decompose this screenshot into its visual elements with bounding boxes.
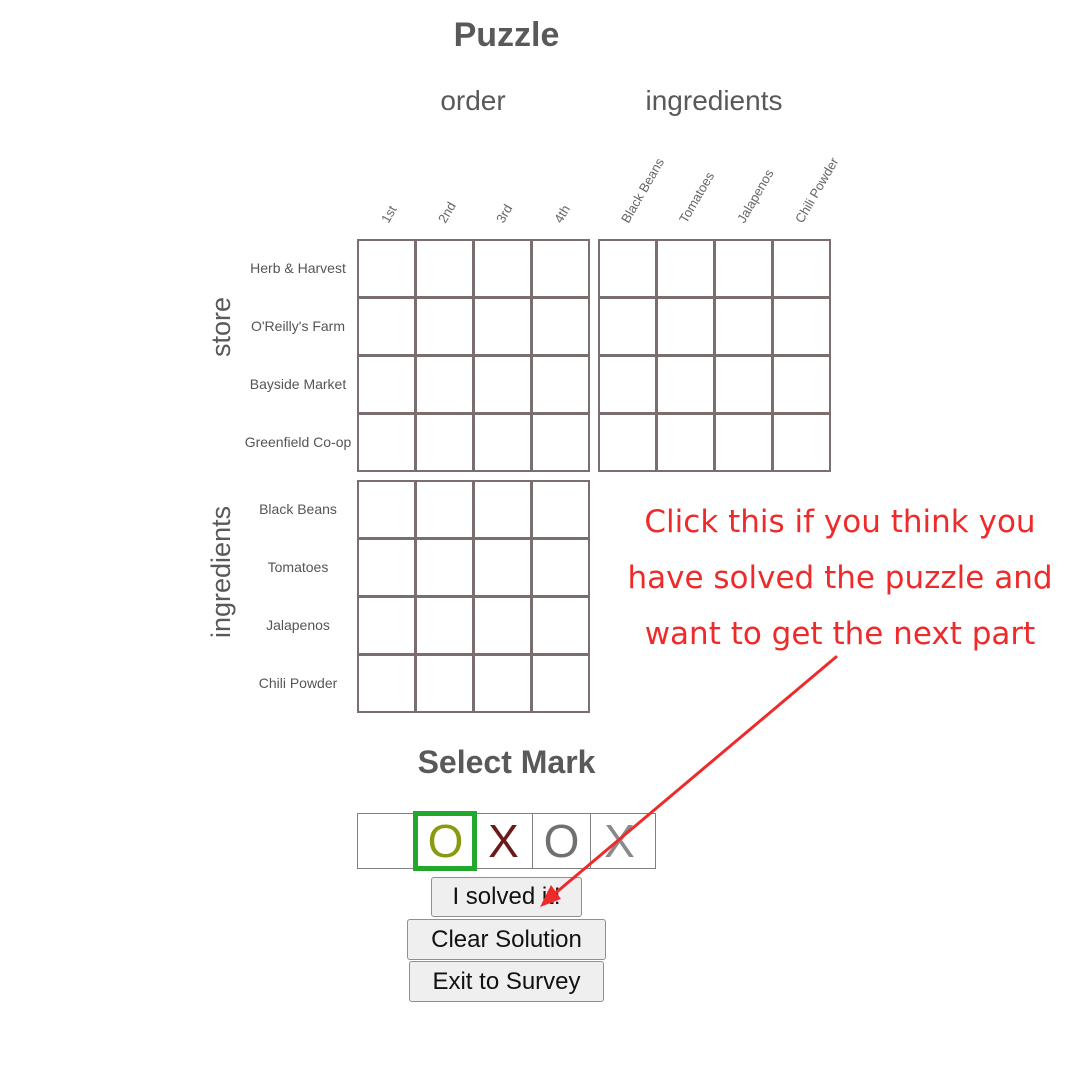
- grid-cell[interactable]: [774, 357, 829, 412]
- grid-cell[interactable]: [359, 357, 414, 412]
- grid-cell[interactable]: [417, 482, 472, 537]
- grid-cell[interactable]: [716, 357, 771, 412]
- row-label-oreillys-farm: O'Reilly's Farm: [250, 318, 345, 334]
- grid-cell[interactable]: [359, 540, 414, 595]
- grid-cell[interactable]: [359, 482, 414, 537]
- grid-cell[interactable]: [475, 598, 530, 653]
- grid-cell[interactable]: [716, 299, 771, 354]
- mark-selector: O X O X: [357, 811, 656, 871]
- grid-cell[interactable]: [359, 299, 414, 354]
- grid-cell[interactable]: [658, 357, 713, 412]
- col-label-1st: 1st: [378, 202, 400, 226]
- grid-cell[interactable]: [359, 598, 414, 653]
- grid-cell[interactable]: [533, 656, 588, 711]
- grid-cell[interactable]: [417, 598, 472, 653]
- grid-cell[interactable]: [475, 656, 530, 711]
- row-label-black-beans: Black Beans: [259, 501, 337, 517]
- grid-cell[interactable]: [600, 357, 655, 412]
- grid-cell[interactable]: [417, 241, 472, 296]
- grid-cell[interactable]: [533, 299, 588, 354]
- annotation-text: Click this if you think you have solved …: [615, 494, 1065, 662]
- grid-cell[interactable]: [417, 540, 472, 595]
- row-label-chili-powder: Chili Powder: [258, 675, 338, 691]
- mark-o-primary[interactable]: O: [413, 811, 477, 871]
- col-label-2nd: 2nd: [435, 199, 459, 226]
- grid-cell[interactable]: [600, 241, 655, 296]
- grid-store-ingredients: [598, 239, 831, 472]
- mark-x-primary[interactable]: X: [474, 814, 532, 868]
- col-label-chili-powder: Chili Powder: [792, 154, 842, 226]
- row-label-tomatoes: Tomatoes: [267, 559, 329, 575]
- grid-cell[interactable]: [417, 299, 472, 354]
- grid-cell[interactable]: [359, 656, 414, 711]
- grid-cell[interactable]: [417, 656, 472, 711]
- solved-button[interactable]: I solved it!: [431, 877, 582, 917]
- grid-cell[interactable]: [533, 598, 588, 653]
- col-label-black-beans: Black Beans: [618, 155, 668, 226]
- grid-cell[interactable]: [533, 241, 588, 296]
- grid-cell[interactable]: [475, 482, 530, 537]
- grid-cell[interactable]: [716, 415, 771, 470]
- row-label-bayside-market: Bayside Market: [249, 376, 347, 392]
- grid-cell[interactable]: [475, 241, 530, 296]
- grid-cell[interactable]: [359, 241, 414, 296]
- grid-cell[interactable]: [417, 415, 472, 470]
- page-title: Puzzle: [453, 16, 560, 54]
- col-label-4th: 4th: [551, 202, 574, 226]
- grid-cell[interactable]: [417, 357, 472, 412]
- grid-cell[interactable]: [600, 299, 655, 354]
- grid-cell[interactable]: [475, 299, 530, 354]
- grid-cell[interactable]: [533, 357, 588, 412]
- row-label-greenfield-coop: Greenfield Co-op: [244, 434, 352, 450]
- grid-cell[interactable]: [658, 241, 713, 296]
- grid-cell[interactable]: [658, 415, 713, 470]
- grid-cell[interactable]: [716, 241, 771, 296]
- grid-cell[interactable]: [774, 241, 829, 296]
- annotation-line: want to get the next part: [644, 616, 1036, 652]
- annotation-line: Click this if you think you: [644, 504, 1036, 540]
- mark-blank[interactable]: [358, 814, 416, 868]
- column-group-order: order: [440, 85, 506, 116]
- mark-x-secondary[interactable]: X: [590, 814, 648, 868]
- annotation-line: have solved the puzzle and: [627, 560, 1053, 596]
- grid-cell[interactable]: [774, 415, 829, 470]
- col-label-3rd: 3rd: [493, 201, 516, 226]
- grid-cell[interactable]: [533, 482, 588, 537]
- column-group-ingredients: ingredients: [645, 85, 783, 116]
- grid-ingredients-order: [357, 480, 590, 713]
- grid-cell[interactable]: [533, 415, 588, 470]
- grid-cell[interactable]: [475, 357, 530, 412]
- mark-o-secondary[interactable]: O: [532, 814, 590, 868]
- exit-to-survey-button[interactable]: Exit to Survey: [409, 961, 604, 1002]
- grid-cell[interactable]: [533, 540, 588, 595]
- grid-cell[interactable]: [774, 299, 829, 354]
- grid-cell[interactable]: [658, 299, 713, 354]
- col-label-jalapenos: Jalapenos: [734, 166, 777, 226]
- grid-cell[interactable]: [600, 415, 655, 470]
- row-label-jalapenos: Jalapenos: [266, 617, 330, 633]
- clear-solution-button[interactable]: Clear Solution: [407, 919, 606, 960]
- grid-cell[interactable]: [475, 540, 530, 595]
- select-mark-title: Select Mark: [417, 744, 596, 780]
- row-label-herb-harvest: Herb & Harvest: [250, 260, 346, 276]
- grid-cell[interactable]: [475, 415, 530, 470]
- grid-store-order: [357, 239, 590, 472]
- col-label-tomatoes: Tomatoes: [676, 169, 718, 226]
- grid-cell[interactable]: [359, 415, 414, 470]
